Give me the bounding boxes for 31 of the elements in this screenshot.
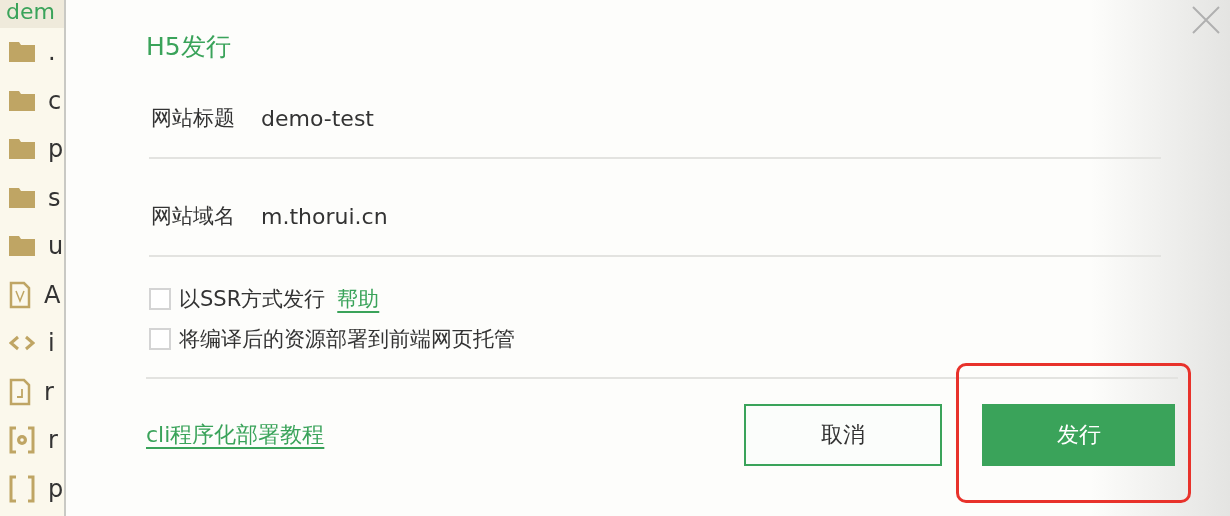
field-label: 网站域名 (150, 203, 236, 230)
checkbox[interactable] (149, 288, 171, 310)
file-name[interactable]: p (48, 474, 64, 503)
file-name[interactable]: r (44, 377, 54, 406)
folder-icon (9, 90, 35, 111)
file-name[interactable]: c (48, 86, 62, 115)
close-icon[interactable] (1192, 6, 1220, 34)
file-name[interactable]: i (48, 329, 55, 358)
input-field[interactable]: demo-test (261, 105, 661, 131)
brackets-icon (9, 474, 35, 503)
folder-icon (9, 42, 35, 63)
folder-icon (9, 236, 35, 257)
input-field[interactable]: m.thorui.cn (261, 203, 661, 229)
option-label[interactable]: 将编译后的资源部署到前端网页托管 (179, 325, 515, 353)
file-icon (9, 377, 31, 406)
dialog-title: H5发行 (146, 31, 231, 63)
file-icon (9, 280, 31, 309)
file-name[interactable]: r (48, 426, 58, 455)
folder-icon (9, 187, 35, 208)
file-name[interactable]: u (48, 232, 64, 261)
file-name[interactable]: p (48, 135, 64, 164)
code-icon (9, 335, 35, 352)
file-name[interactable]: A (44, 280, 61, 309)
folder-icon (9, 139, 35, 160)
gear-icon (9, 426, 35, 455)
file-name[interactable]: s (48, 183, 61, 212)
file-name[interactable]: . (48, 38, 56, 67)
field-label: 网站标题 (150, 105, 236, 132)
checkbox[interactable] (149, 328, 171, 350)
option-label[interactable]: 以SSR方式发行 (179, 285, 326, 313)
cancel-button[interactable]: 取消 (744, 404, 942, 466)
